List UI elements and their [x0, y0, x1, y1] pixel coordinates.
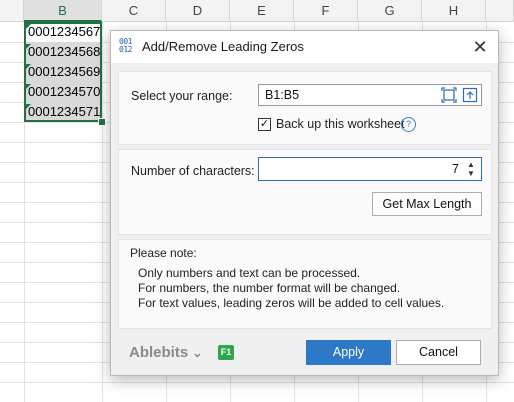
- column-header-c[interactable]: C: [102, 0, 166, 22]
- expand-selection-icon[interactable]: [462, 87, 478, 103]
- range-panel: Select your range: B1:B5 ✓ Back up this …: [118, 71, 492, 145]
- grid-line: [102, 22, 103, 402]
- dialog-titlebar[interactable]: 001 012 Add/Remove Leading Zeros ✕: [111, 31, 498, 63]
- spin-up-icon[interactable]: ▲: [465, 160, 477, 169]
- note-panel: Please note: Only numbers and text can b…: [118, 239, 492, 329]
- column-header-f[interactable]: F: [294, 0, 358, 22]
- close-icon[interactable]: ✕: [468, 35, 492, 59]
- apply-button[interactable]: Apply: [306, 340, 391, 365]
- characters-spinner[interactable]: ▲ ▼: [465, 160, 477, 178]
- note-line-3: For text values, leading zeros will be a…: [138, 296, 445, 310]
- column-header-b[interactable]: B: [24, 0, 102, 22]
- grid-line: [0, 382, 514, 383]
- leading-zeros-dialog: 001 012 Add/Remove Leading Zeros ✕ Selec…: [110, 30, 499, 376]
- chevron-down-icon: ⌄: [192, 346, 203, 360]
- ablebits-menu[interactable]: Ablebits ⌄: [129, 344, 202, 361]
- range-label: Select your range:: [131, 89, 233, 103]
- spin-down-icon[interactable]: ▼: [465, 169, 477, 178]
- characters-input[interactable]: 7: [258, 157, 482, 181]
- column-header-h[interactable]: H: [422, 0, 486, 22]
- note-title: Please note:: [130, 246, 197, 260]
- select-range-icon[interactable]: [441, 87, 457, 103]
- characters-panel: Number of characters: 7 ▲ ▼ Get Max Leng…: [118, 149, 492, 235]
- row-header-corner[interactable]: [0, 0, 24, 22]
- brand-label: Ablebits: [129, 344, 189, 361]
- note-line-1: Only numbers and text can be processed.: [138, 266, 361, 280]
- cell-b3[interactable]: 0001234569: [28, 62, 100, 82]
- dialog-title: Add/Remove Leading Zeros: [142, 39, 304, 54]
- help-icon[interactable]: ?: [401, 117, 416, 132]
- cell-b2[interactable]: 0001234568: [28, 42, 100, 62]
- cell-b5[interactable]: 0001234571: [28, 102, 100, 122]
- cell-b1[interactable]: 0001234567: [28, 22, 100, 42]
- icon-text-bottom: 012: [119, 45, 132, 54]
- note-line-2: For numbers, the number format will be c…: [138, 281, 401, 295]
- column-header-g[interactable]: G: [358, 0, 422, 22]
- characters-label: Number of characters:: [131, 164, 255, 178]
- cell-b4[interactable]: 0001234570: [28, 82, 100, 102]
- leading-zeros-icon: 001 012: [119, 38, 137, 54]
- backup-checkbox[interactable]: ✓: [258, 118, 271, 131]
- column-header-i[interactable]: [486, 0, 514, 22]
- fill-handle[interactable]: [98, 118, 106, 126]
- get-max-length-button[interactable]: Get Max Length: [372, 192, 482, 216]
- cancel-button[interactable]: Cancel: [396, 340, 481, 365]
- f1-help-icon[interactable]: F1: [218, 345, 234, 360]
- backup-label[interactable]: Back up this worksheet: [276, 117, 405, 131]
- column-header-d[interactable]: D: [166, 0, 230, 22]
- column-header-e[interactable]: E: [230, 0, 294, 22]
